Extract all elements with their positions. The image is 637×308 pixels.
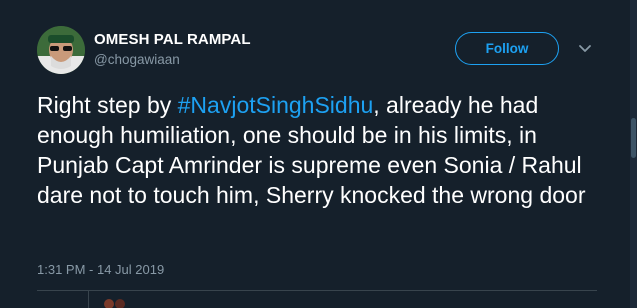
follow-button[interactable]: Follow <box>455 32 559 65</box>
tweet-card: OMESH PAL RAMPAL @chogawiaan Follow Righ… <box>0 0 637 308</box>
user-handle[interactable]: @chogawiaan <box>94 52 180 67</box>
chevron-down-icon[interactable] <box>577 42 593 54</box>
scrollbar-thumb[interactable] <box>631 118 636 158</box>
scrollbar[interactable] <box>630 0 637 308</box>
tweet-timestamp[interactable]: 1:31 PM - 14 Jul 2019 <box>37 262 164 277</box>
tweet-text-before: Right step by <box>37 92 178 118</box>
action-bar-separator <box>88 291 89 308</box>
reply-avatar-icon <box>104 299 114 308</box>
reply-avatar-icon <box>115 299 125 308</box>
display-name[interactable]: OMESH PAL RAMPAL <box>94 31 251 48</box>
avatar[interactable] <box>37 26 85 74</box>
hashtag-link[interactable]: #NavjotSinghSidhu <box>178 92 374 118</box>
divider <box>37 290 597 291</box>
tweet-text: Right step by #NavjotSinghSidhu, already… <box>37 90 597 210</box>
